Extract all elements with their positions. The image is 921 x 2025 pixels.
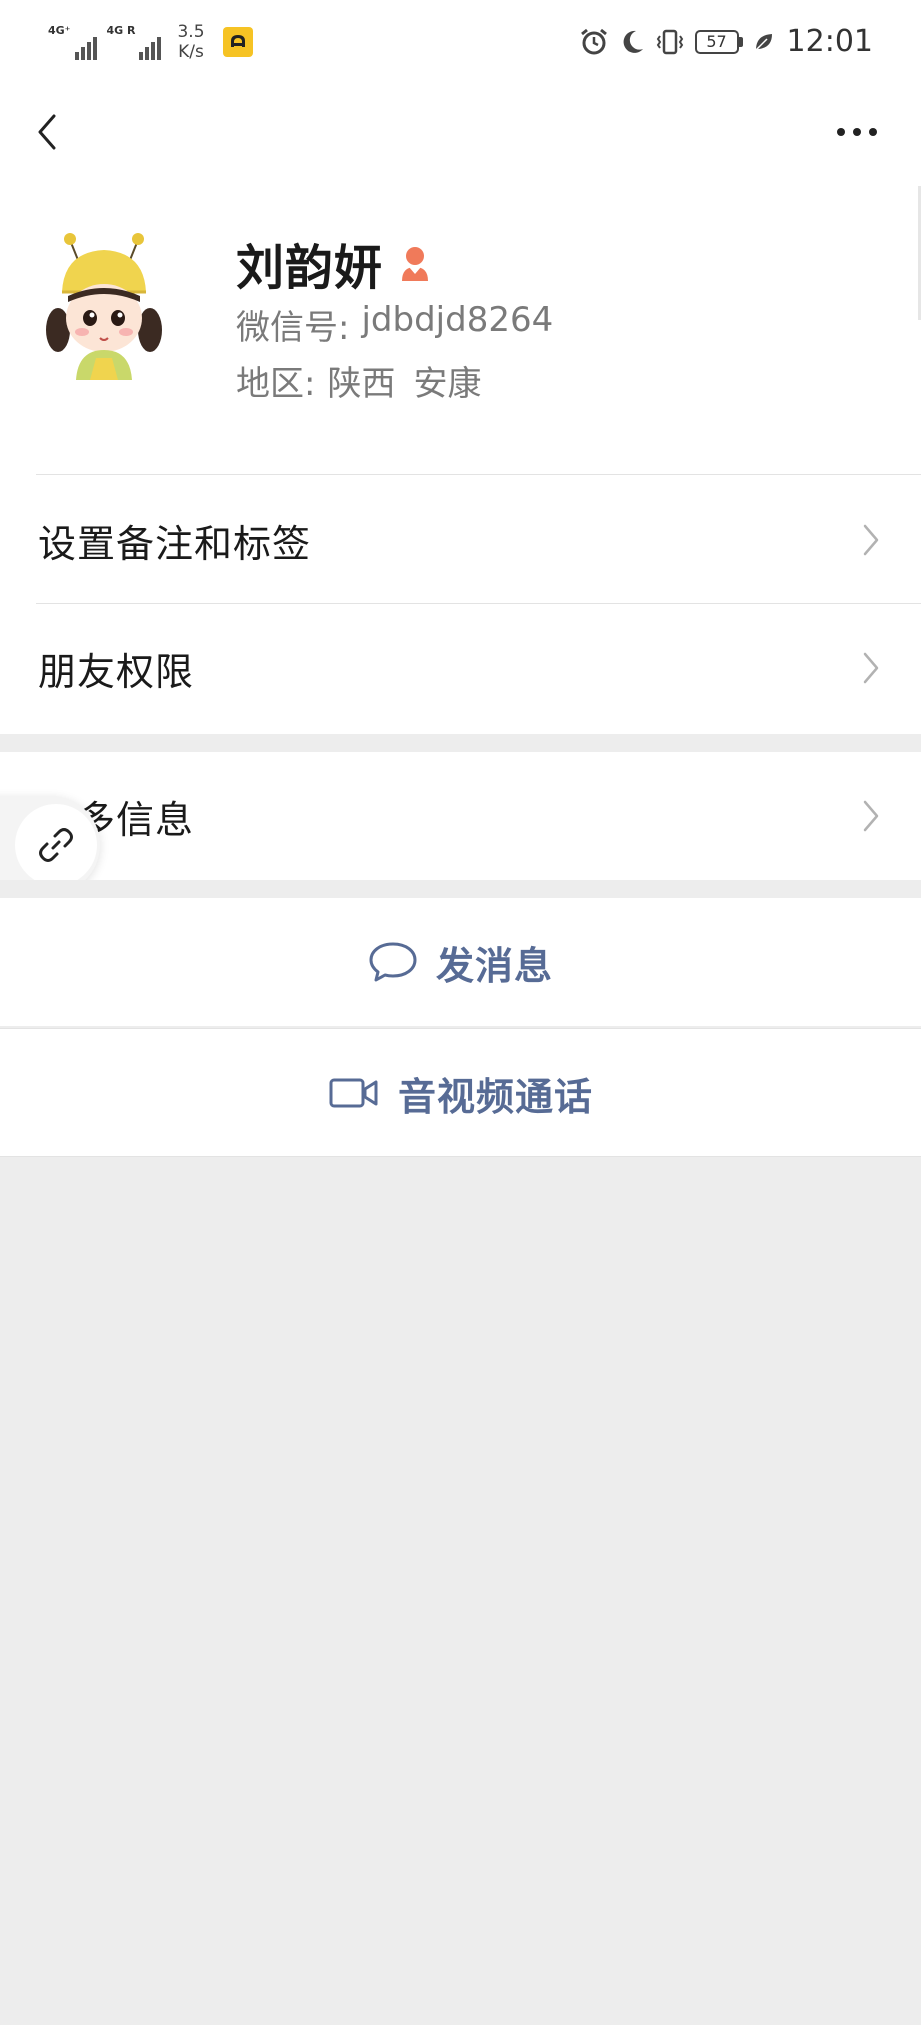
status-bar-right: 57 12:01: [579, 24, 873, 59]
region: 地区: 陕西 安康: [236, 356, 481, 405]
leaf-icon: [755, 33, 772, 51]
network-speed: 3.5 K/s: [177, 22, 204, 62]
battery-level: 57: [694, 29, 739, 54]
alarm-icon: [580, 28, 607, 54]
region-city: 安康: [413, 364, 482, 404]
wechat-id: 微信号: jdbdjd8264: [236, 300, 553, 349]
female-icon: [402, 247, 429, 281]
friend-permissions-label: 朋友权限: [38, 649, 195, 694]
section-gap: [0, 734, 921, 752]
wechat-id-label: 微信号:: [236, 308, 350, 348]
avatar[interactable]: [40, 230, 170, 380]
chevron-right-icon: [863, 524, 879, 556]
video-call-button[interactable]: 音视频通话: [0, 1029, 921, 1157]
floating-link-inner: [15, 804, 97, 886]
chat-bubble-icon: [369, 942, 417, 982]
battery-icon: 57: [694, 29, 743, 54]
region-label: 地区:: [236, 364, 316, 404]
friend-permissions-row[interactable]: 朋友权限: [0, 604, 921, 732]
moon-icon: [623, 30, 643, 53]
status-bar-left: 4G⁺ 4G R 3.5 K/s: [48, 22, 253, 62]
signal-sim1-icon: 4G⁺: [48, 24, 97, 60]
sim1-label: 4G⁺: [48, 24, 71, 37]
vibrate-icon: [656, 29, 683, 54]
link-icon: [39, 828, 73, 862]
region-province: 陕西: [327, 364, 396, 404]
signal-sim2-icon: 4G R: [107, 24, 162, 60]
sim2-label: 4G R: [106, 24, 136, 37]
more-icon[interactable]: [833, 118, 881, 146]
set-remarks-row[interactable]: 设置备注和标签: [0, 476, 921, 604]
profile-name: 刘韵妍: [236, 240, 384, 296]
divider: [36, 474, 921, 475]
divider: [0, 1156, 921, 1157]
chevron-right-icon: [863, 652, 879, 684]
chevron-right-icon: [863, 800, 879, 832]
video-camera-icon: [329, 1078, 378, 1108]
status-bar: 4G⁺ 4G R 3.5 K/s 57 12:01: [0, 0, 921, 92]
clock: 12:01: [786, 24, 873, 59]
app-notification-icon: [222, 27, 253, 57]
send-message-label: 发消息: [435, 943, 553, 988]
network-speed-unit: K/s: [178, 42, 204, 62]
wechat-id-value: jdbdjd8264: [361, 300, 554, 340]
section-gap: [0, 880, 921, 898]
send-message-button[interactable]: 发消息: [0, 898, 921, 1026]
network-speed-value: 3.5: [177, 22, 205, 42]
video-call-label: 音视频通话: [397, 1074, 593, 1119]
more-info-row[interactable]: 更多信息: [0, 752, 921, 880]
back-arrow-icon[interactable]: [30, 108, 70, 156]
profile-name-row: 刘韵妍: [236, 228, 433, 298]
set-remarks-label: 设置备注和标签: [38, 521, 312, 566]
